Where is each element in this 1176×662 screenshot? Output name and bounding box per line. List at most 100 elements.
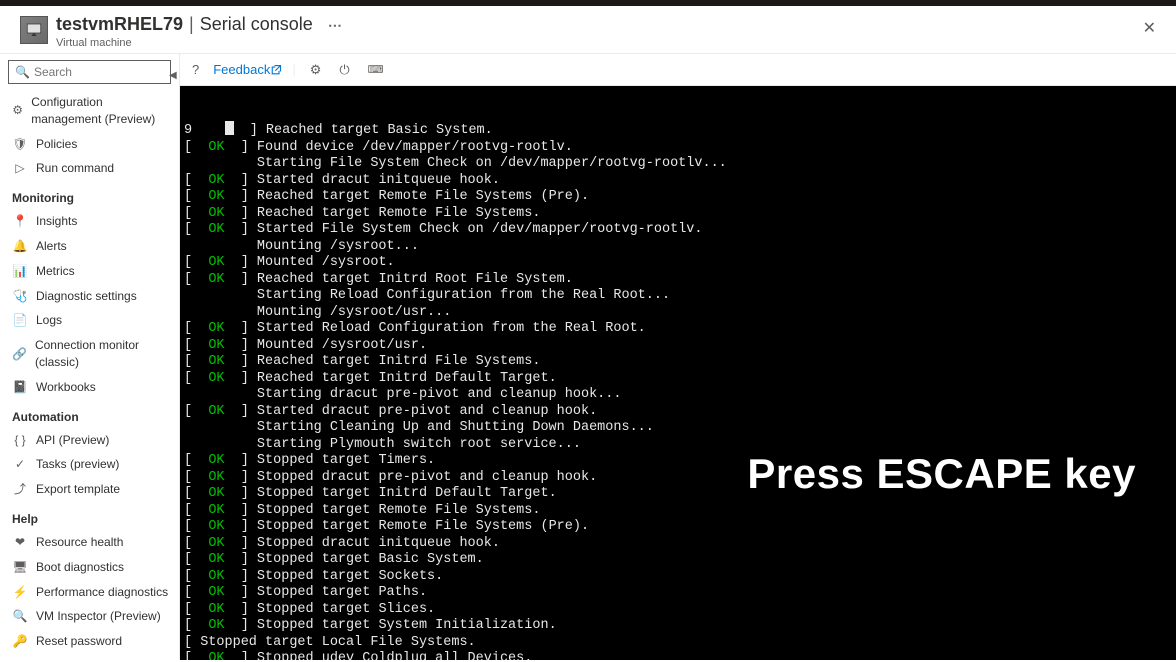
console-line: [ OK ] Reached target Remote File System… [184, 206, 1172, 223]
console-line: [ OK ] Stopped target Slices. [184, 602, 1172, 619]
sidebar-help-2[interactable]: ⚡ Performance diagnostics [0, 580, 179, 605]
console-line: Starting dracut pre-pivot and cleanup ho… [184, 387, 1172, 404]
sidebar-item-2[interactable]: ▷ Run command [0, 156, 179, 181]
toolbar: ? Feedback | ⚙ ⏻ ⌨ [180, 54, 1176, 86]
menu-icon: 🛡 [12, 136, 28, 152]
sidebar-item-label: Reset password [36, 633, 122, 650]
help-icon[interactable]: ? [188, 60, 203, 79]
close-button[interactable]: ✕ [1135, 14, 1164, 42]
console-line: [ OK ] Stopped target Paths. [184, 585, 1172, 602]
console-line: [ OK ] Reached target Initrd Default Tar… [184, 371, 1172, 388]
sidebar-item-label: Resource health [36, 534, 123, 551]
resource-type: Virtual machine [56, 37, 1135, 49]
console-line: [ Stopped target Local File Systems. [184, 635, 1172, 652]
sidebar-monitoring-2[interactable]: 📊Metrics [0, 259, 179, 284]
console-line: [ OK ] Reached target Initrd File System… [184, 354, 1172, 371]
menu-icon: 🔑 [12, 634, 28, 650]
sidebar-monitoring-0[interactable]: 📍 Insights [0, 209, 179, 234]
sidebar-monitoring-4[interactable]: 📄 Logs [0, 308, 179, 333]
menu-icon: 🔔 [12, 238, 28, 254]
menu-icon: 🖥 [12, 559, 28, 575]
cursor-block [225, 121, 234, 135]
menu-icon: ▷ [12, 161, 28, 177]
sidebar-item-label: Logs [36, 312, 62, 329]
sidebar-automation-0[interactable]: { }API (Preview) [0, 428, 179, 453]
sidebar: 🔍 ⚙Configuration management (Preview) 🛡 Po… [0, 54, 180, 660]
keyboard-icon[interactable]: ⌨ [364, 61, 388, 78]
menu-icon: 📓 [12, 379, 28, 395]
sidebar-item-label: API (Preview) [36, 432, 109, 449]
section-help: Help [0, 502, 179, 530]
search-icon: 🔍 [15, 65, 30, 79]
sidebar-help-3[interactable]: 🔍VM Inspector (Preview) [0, 604, 179, 629]
sidebar-item-label: Run command [36, 160, 114, 177]
sidebar-help-0[interactable]: ❤ Resource health [0, 530, 179, 555]
power-icon[interactable]: ⏻ [335, 60, 353, 80]
settings-icon[interactable]: ⚙ [306, 60, 326, 80]
sidebar-item-label: Insights [36, 213, 77, 230]
console-line: [ OK ] Stopped target Sockets. [184, 569, 1172, 586]
console-line: [ OK ] Started Reload Configuration from… [184, 321, 1172, 338]
menu-icon: ❤ [12, 534, 28, 550]
menu-icon: 📄 [12, 313, 28, 329]
sidebar-item-0[interactable]: ⚙Configuration management (Preview) [0, 90, 179, 132]
sidebar-monitoring-6[interactable]: 📓 Workbooks [0, 375, 179, 400]
resource-name: testvmRHEL79 [56, 14, 183, 34]
sidebar-item-label: Workbooks [36, 379, 96, 396]
sidebar-automation-2[interactable]: ⤴Export template [0, 477, 179, 502]
console-line: [ OK ] Stopped target System Initializat… [184, 618, 1172, 635]
feedback-link[interactable]: Feedback [213, 62, 282, 77]
sidebar-monitoring-3[interactable]: 🩺Diagnostic settings [0, 284, 179, 309]
sidebar-item-label: Tasks (preview) [36, 456, 119, 473]
menu-icon: 🩺 [12, 288, 28, 304]
sidebar-monitoring-1[interactable]: 🔔 Alerts [0, 234, 179, 259]
sidebar-item-label: VM Inspector (Preview) [36, 608, 161, 625]
sidebar-help-1[interactable]: 🖥 Boot diagnostics [0, 555, 179, 580]
menu-icon: ⚡ [12, 584, 28, 600]
overlay-instruction: Press ESCAPE key [747, 466, 1136, 483]
sidebar-help-4[interactable]: 🔑 Reset password [0, 629, 179, 654]
console-line: Mounting /sysroot/usr... [184, 305, 1172, 322]
sidebar-item-label: Connection monitor (classic) [35, 337, 171, 371]
blade-header: testvmRHEL79|Serial console ⋯ Virtual ma… [0, 6, 1176, 54]
console-line: [ OK ] Reached target Remote File System… [184, 189, 1172, 206]
sidebar-automation-1[interactable]: ✓ Tasks (preview) [0, 452, 179, 477]
sidebar-item-label: Export template [36, 481, 120, 498]
menu-icon: 🔗 [12, 346, 27, 362]
console-line: [ OK ] Reached target Initrd Root File S… [184, 272, 1172, 289]
search-input[interactable] [34, 65, 180, 79]
section-monitoring: Monitoring [0, 181, 179, 209]
console-line: [ OK ] Started dracut initqueue hook. [184, 173, 1172, 190]
page-title: testvmRHEL79|Serial console ⋯ [56, 14, 1135, 35]
menu-icon: ↻ [12, 658, 28, 660]
sidebar-item-1[interactable]: 🛡 Policies [0, 132, 179, 157]
sidebar-item-label: Performance diagnostics [36, 584, 168, 601]
page-name: Serial console [200, 14, 313, 34]
console-line: [ OK ] Found device /dev/mapper/rootvg-r… [184, 140, 1172, 157]
console-line: Mounting /sysroot... [184, 239, 1172, 256]
sidebar-search[interactable]: 🔍 [8, 60, 171, 84]
console-line: [ OK ] Stopped dracut initqueue hook. [184, 536, 1172, 553]
menu-icon: ✓ [12, 457, 28, 473]
console-line: 9 ] Reached target Basic System. [184, 121, 1172, 140]
vm-icon [20, 16, 48, 44]
sidebar-monitoring-5[interactable]: 🔗 Connection monitor (classic) [0, 333, 179, 375]
collapse-sidebar-icon[interactable]: ◀ [169, 70, 177, 81]
console-line: [ OK ] Stopped target Remote File System… [184, 503, 1172, 520]
console-line: [ OK ] Mounted /sysroot. [184, 255, 1172, 272]
sidebar-item-label: Alerts [36, 238, 67, 255]
menu-icon: 📍 [12, 214, 28, 230]
sidebar-item-label: Redeploy + reapply [36, 658, 140, 660]
sidebar-help-5[interactable]: ↻ Redeploy + reapply [0, 654, 179, 660]
console-line: [ OK ] Stopped target Remote File System… [184, 519, 1172, 536]
console-line: [ OK ] Started File System Check on /dev… [184, 222, 1172, 239]
console-line: [ OK ] Stopped target Basic System. [184, 552, 1172, 569]
sidebar-item-label: Metrics [36, 263, 75, 280]
console-line: Starting Reload Configuration from the R… [184, 288, 1172, 305]
more-actions-icon[interactable]: ⋯ [328, 17, 343, 33]
sidebar-item-label: Boot diagnostics [36, 559, 124, 576]
serial-console-output[interactable]: 9 ] Reached target Basic System.[ OK ] F… [180, 86, 1176, 660]
console-line: Starting File System Check on /dev/mappe… [184, 156, 1172, 173]
section-automation: Automation [0, 400, 179, 428]
sidebar-item-label: Policies [36, 136, 77, 153]
